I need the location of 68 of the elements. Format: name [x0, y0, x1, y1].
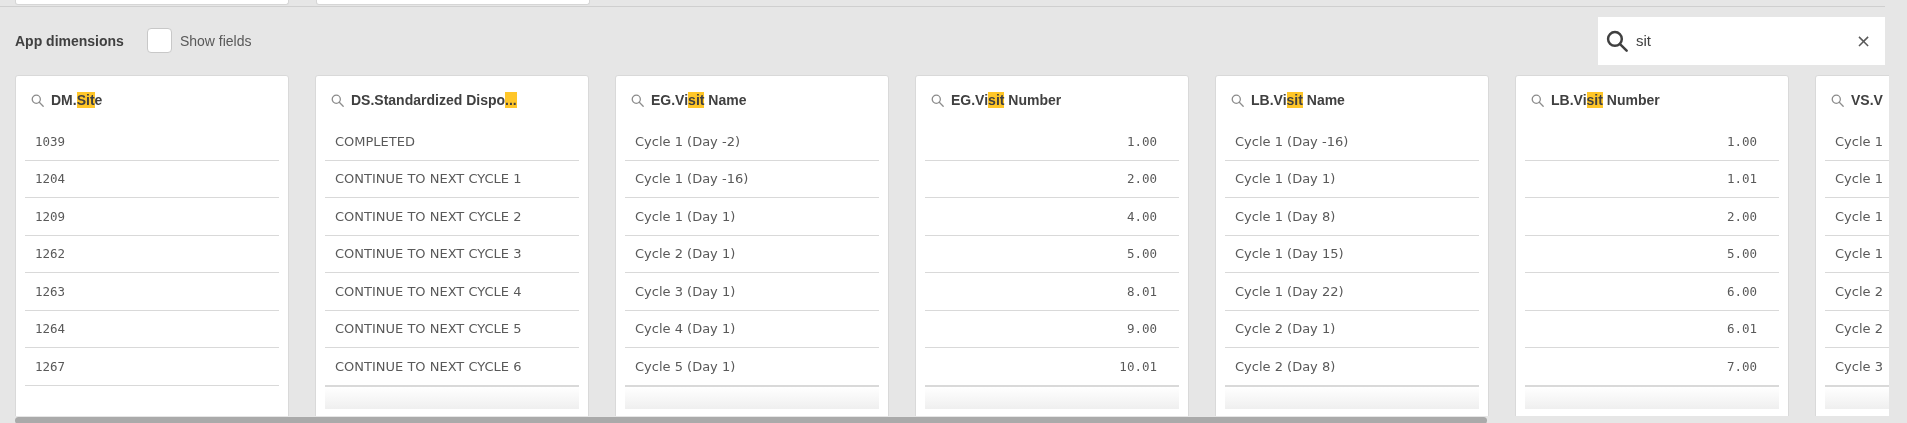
list-item[interactable]: 10.01 [1119, 358, 1157, 374]
search-field[interactable]: sit [1636, 32, 1848, 49]
list-item[interactable]: 7.00 [1726, 358, 1757, 374]
column-title: VS.V [1851, 92, 1883, 108]
list-item[interactable]: Cycle 4 (Day 1) [635, 321, 736, 337]
list-item[interactable]: Cycle 1 [1835, 133, 1883, 149]
list-item[interactable]: 1209 [35, 208, 66, 224]
list-item[interactable]: Cycle 1 [1835, 171, 1883, 187]
search-icon [931, 93, 944, 107]
clear-icon[interactable]: × [1855, 30, 1871, 51]
list-item[interactable]: 1039 [35, 133, 66, 149]
list-item[interactable]: 5.00 [1726, 246, 1757, 262]
list-item[interactable]: 6.00 [1726, 283, 1757, 299]
list-item[interactable]: 1267 [35, 358, 66, 374]
list-item[interactable]: Cycle 1 (Day 22) [1235, 283, 1344, 299]
list-item[interactable]: 1262 [35, 246, 66, 262]
search-box[interactable]: sit × [1598, 16, 1885, 65]
list-item[interactable]: CONTINUE TO NEXT CYCLE 3 [335, 246, 522, 262]
list-item[interactable]: 9.00 [1126, 321, 1157, 337]
list-item[interactable]: 8.01 [1126, 283, 1157, 299]
list-item[interactable]: 1.00 [1726, 133, 1757, 149]
column-title: DS.Standardized Dispo... [351, 92, 517, 108]
list-item[interactable]: 2.00 [1126, 171, 1157, 187]
checkbox-label[interactable]: Show fields [179, 32, 252, 49]
list-item[interactable]: Cycle 1 (Day -16) [1235, 133, 1349, 149]
list-item[interactable]: Cycle 1 (Day 15) [1235, 246, 1344, 262]
search-icon [1531, 93, 1544, 107]
column-title: LB.Visit Number [1551, 92, 1660, 108]
list-item[interactable]: CONTINUE TO NEXT CYCLE 1 [335, 171, 522, 187]
list-item[interactable]: 4.00 [1126, 208, 1157, 224]
list-item[interactable]: Cycle 1 (Day 1) [1235, 171, 1336, 187]
search-icon [631, 93, 644, 107]
list-item[interactable]: 1.01 [1726, 171, 1757, 187]
list-item[interactable]: Cycle 1 [1835, 208, 1883, 224]
checkbox[interactable] [146, 28, 172, 53]
search-icon [1831, 93, 1844, 107]
list-item[interactable]: 6.01 [1726, 321, 1757, 337]
list-item[interactable]: 2.00 [1726, 208, 1757, 224]
list-item[interactable]: CONTINUE TO NEXT CYCLE 4 [335, 283, 522, 299]
list-item[interactable]: Cycle 1 (Day -16) [635, 171, 749, 187]
search-icon [331, 93, 344, 107]
search-icon [31, 93, 44, 107]
list-item[interactable]: CONTINUE TO NEXT CYCLE 2 [335, 208, 522, 224]
column-title: LB.Visit Name [1251, 92, 1345, 108]
list-item[interactable]: 5.00 [1126, 246, 1157, 262]
search-icon [1606, 29, 1628, 52]
list-item[interactable]: Cycle 3 (Day 1) [635, 283, 736, 299]
list-item[interactable]: CONTINUE TO NEXT CYCLE 6 [335, 358, 522, 374]
list-item[interactable]: Cycle 2 (Day 8) [1235, 358, 1336, 374]
list-item[interactable]: Cycle 1 (Day -2) [635, 133, 740, 149]
list-item[interactable]: 1204 [35, 171, 66, 187]
list-item[interactable]: Cycle 2 (Day 1) [1235, 321, 1336, 337]
list-item[interactable]: Cycle 5 (Day 1) [635, 358, 736, 374]
list-item[interactable]: Cycle 2 [1835, 283, 1883, 299]
list-item[interactable]: 1264 [35, 321, 66, 337]
list-item[interactable]: Cycle 2 (Day 1) [635, 246, 736, 262]
list-item[interactable]: 1263 [35, 283, 66, 299]
list-item[interactable]: Cycle 2 [1835, 321, 1883, 337]
list-item[interactable]: CONTINUE TO NEXT CYCLE 5 [335, 321, 522, 337]
scrollbar[interactable] [15, 417, 1487, 423]
section-title: App dimensions [15, 32, 124, 49]
list-item[interactable]: Cycle 1 [1835, 246, 1883, 262]
list-item[interactable]: 1.00 [1126, 133, 1157, 149]
search-icon [1231, 93, 1244, 107]
list-item[interactable]: Cycle 1 (Day 1) [635, 208, 736, 224]
list-item[interactable]: Cycle 3 [1835, 358, 1883, 374]
list-item[interactable]: COMPLETED [335, 133, 415, 149]
list-item[interactable]: Cycle 1 (Day 8) [1235, 208, 1336, 224]
